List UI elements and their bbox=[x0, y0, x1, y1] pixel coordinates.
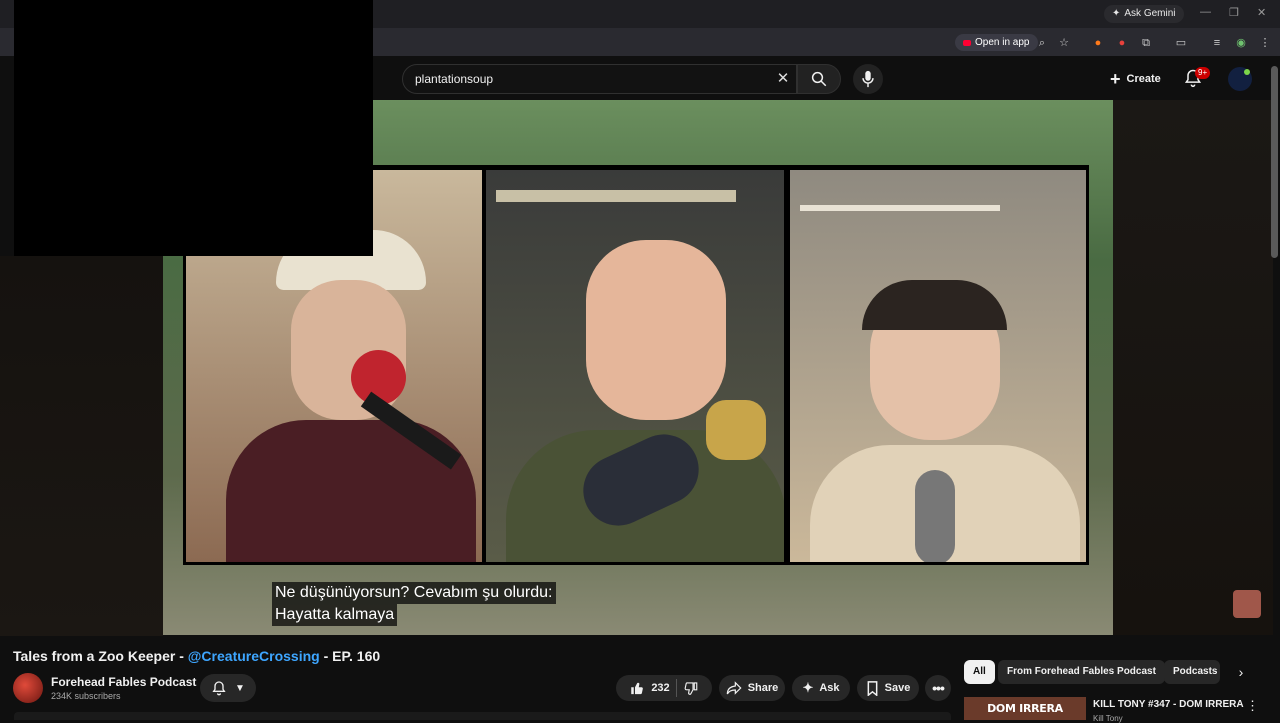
browser-menu-icon[interactable]: ⋮ bbox=[1258, 36, 1272, 50]
open-in-app-label: Open in app bbox=[975, 37, 1030, 48]
lizard-shape bbox=[706, 400, 766, 460]
more-actions-button[interactable]: ••• bbox=[925, 675, 951, 701]
media-controls-icon[interactable]: ≡ bbox=[1210, 36, 1224, 50]
title-handle-link[interactable]: @CreatureCrossing bbox=[188, 648, 320, 664]
title-prefix: Tales from a Zoo Keeper - bbox=[13, 648, 188, 664]
notifications-badge: 9+ bbox=[1195, 67, 1211, 79]
minimize-icon[interactable]: — bbox=[1200, 6, 1211, 18]
extensions-puzzle-icon[interactable]: ⧉ bbox=[1139, 36, 1153, 50]
plus-icon: + bbox=[1110, 69, 1121, 89]
ambient-left-background bbox=[0, 256, 163, 636]
clear-search-icon[interactable]: ✕ bbox=[774, 70, 792, 88]
recommendation-title[interactable]: KILL TONY #347 - DOM IRRERA bbox=[1093, 699, 1244, 710]
subscribed-notifications-button[interactable]: ▼ bbox=[200, 674, 256, 702]
ambient-right-background bbox=[1113, 100, 1273, 635]
youtube-logo-icon bbox=[963, 39, 971, 46]
create-button[interactable]: + Create bbox=[1102, 66, 1169, 92]
open-in-app-button[interactable]: Open in app bbox=[955, 34, 1038, 51]
chip-all[interactable]: All bbox=[964, 660, 995, 684]
chevron-down-icon: ▼ bbox=[235, 682, 245, 694]
like-count: 232 bbox=[651, 682, 670, 694]
cast-icon[interactable]: ▭ bbox=[1174, 36, 1188, 50]
mini-thumbnail[interactable] bbox=[1233, 590, 1261, 618]
face-shape-center bbox=[586, 240, 726, 420]
page-scrollbar[interactable] bbox=[1271, 66, 1278, 258]
description-panel-edge bbox=[14, 712, 951, 720]
chevron-right-icon[interactable]: › bbox=[1233, 664, 1249, 680]
save-button[interactable]: Save bbox=[857, 675, 919, 701]
restore-icon[interactable]: ❐ bbox=[1229, 6, 1239, 19]
save-label: Save bbox=[884, 682, 911, 694]
microphone-shape-right bbox=[915, 470, 955, 562]
video-title: Tales from a Zoo Keeper - @CreatureCross… bbox=[13, 648, 380, 664]
shelf-shape bbox=[800, 205, 1000, 211]
ask-gemini-label: Ask Gemini bbox=[1124, 8, 1176, 19]
search-query: plantationsoup bbox=[415, 72, 494, 86]
ask-gemini-button[interactable]: ✦ Ask Gemini bbox=[1104, 5, 1184, 23]
create-label: Create bbox=[1126, 73, 1161, 85]
subscriber-count: 234K subscribers bbox=[51, 691, 121, 701]
chip-from-channel[interactable]: From Forehead Fables Podcast bbox=[998, 660, 1165, 684]
share-icon bbox=[726, 681, 742, 695]
share-button[interactable]: Share bbox=[719, 675, 785, 701]
thumbs-up-icon bbox=[631, 682, 644, 694]
video-panel-center bbox=[486, 170, 784, 562]
recommendation-channel[interactable]: Kill Tony bbox=[1093, 714, 1123, 723]
ask-label: Ask bbox=[819, 682, 840, 694]
search-button[interactable] bbox=[797, 64, 841, 94]
caption-line-2: Hayatta kalmaya bbox=[272, 604, 398, 626]
status-dot bbox=[1244, 69, 1250, 75]
account-avatar[interactable] bbox=[1228, 67, 1252, 91]
bookmark-icon bbox=[867, 680, 878, 696]
channel-avatar[interactable] bbox=[13, 673, 43, 703]
more-horizontal-icon: ••• bbox=[932, 680, 945, 696]
extension-fox-icon[interactable]: ● bbox=[1091, 36, 1105, 50]
microphone-icon bbox=[862, 70, 874, 88]
zoom-icon[interactable]: ⌕ bbox=[1035, 36, 1049, 50]
search-icon bbox=[811, 71, 827, 87]
hair-shape bbox=[862, 280, 1007, 330]
chip-podcasts[interactable]: Podcasts bbox=[1164, 660, 1220, 684]
shelf-skulls-shape bbox=[496, 190, 736, 202]
like-dislike-group: 232 bbox=[616, 675, 712, 701]
like-divider bbox=[675, 679, 677, 697]
video-panel-right bbox=[790, 170, 1086, 562]
sparkle-icon: ✦ bbox=[802, 680, 814, 695]
title-suffix: - EP. 160 bbox=[319, 648, 381, 664]
recommendation-thumbnail[interactable]: DOM IRRERA bbox=[964, 697, 1086, 720]
channel-name[interactable]: Forehead Fables Podcast bbox=[51, 675, 196, 689]
more-vertical-icon[interactable]: ⋮ bbox=[1246, 698, 1259, 714]
share-label: Share bbox=[747, 682, 779, 694]
voice-search-button[interactable] bbox=[853, 64, 883, 94]
thumbs-down-icon bbox=[684, 681, 697, 695]
bookmark-star-icon[interactable]: ☆ bbox=[1057, 36, 1071, 50]
dislike-button[interactable] bbox=[683, 681, 698, 696]
search-input[interactable]: plantationsoup bbox=[402, 64, 797, 94]
close-window-icon[interactable]: ✕ bbox=[1257, 6, 1266, 19]
ask-button[interactable]: ✦ Ask bbox=[792, 675, 850, 701]
profile-icon[interactable]: ◉ bbox=[1234, 36, 1248, 50]
captions: Ne düşünüyorsun? Cevabım şu olurdu: Haya… bbox=[272, 582, 556, 626]
redacted-overlay bbox=[14, 0, 373, 256]
bell-icon bbox=[212, 681, 226, 696]
extension-badge-icon[interactable]: ● bbox=[1115, 36, 1129, 50]
gemini-sparkle-icon: ✦ bbox=[1112, 8, 1121, 19]
caption-line-1: Ne düşünüyorsun? Cevabım şu olurdu: bbox=[272, 582, 556, 604]
like-button[interactable]: 232 bbox=[630, 681, 670, 696]
